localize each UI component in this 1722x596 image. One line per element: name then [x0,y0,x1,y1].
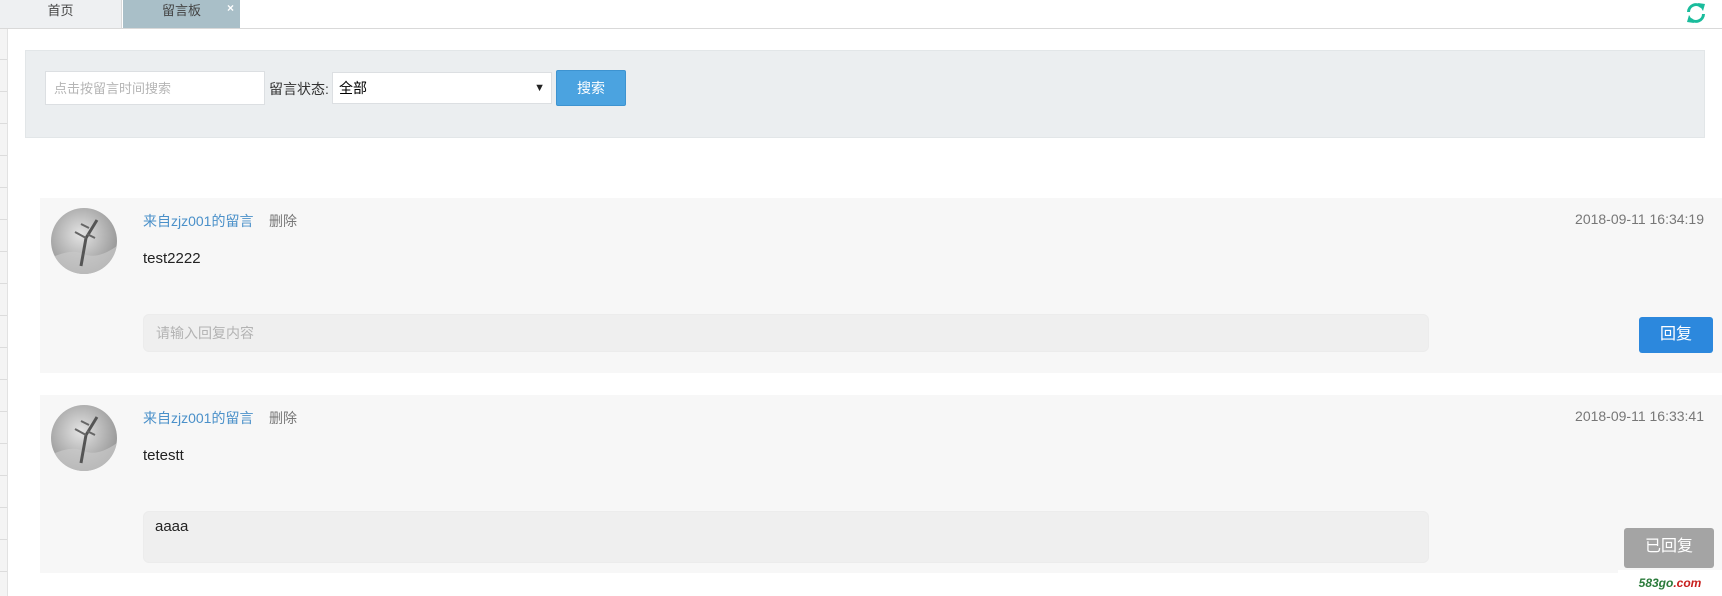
message-content: tetestt [143,447,184,464]
tab-message-board-label: 留言板 [161,3,201,18]
message-card: 来自zjz001的留言 删除 2018-09-11 16:33:41 tetes… [40,395,1722,573]
status-select-value: 全部 [339,80,367,96]
message-time: 2018-09-11 16:34:19 [1575,211,1704,227]
avatar [51,405,117,471]
status-label: 留言状态: [269,81,329,97]
replied-button[interactable]: 已回复 [1624,528,1714,568]
tab-home[interactable]: 首页 [0,0,122,28]
dropdown-arrow-icon: ▼ [534,82,545,94]
message-author-link[interactable]: 来自zjz001的留言 [143,408,253,428]
status-select[interactable]: 全部 ▼ [332,72,552,104]
reply-input[interactable] [143,314,1429,352]
message-card: 来自zjz001的留言 删除 2018-09-11 16:34:19 test2… [40,198,1722,373]
delete-link[interactable]: 删除 [269,211,297,231]
search-panel: 留言状态: 全部 ▼ 搜索 [25,50,1705,138]
date-search-input[interactable] [45,71,265,105]
tab-bar: 首页 留言板 × [0,0,1722,29]
refresh-icon[interactable] [1684,1,1708,25]
reply-button[interactable]: 回复 [1639,317,1713,353]
close-icon[interactable]: × [227,0,234,16]
tab-message-board[interactable]: 留言板 × [123,0,240,28]
message-content: test2222 [143,250,201,267]
search-button[interactable]: 搜索 [556,70,626,106]
avatar [51,208,117,274]
reply-content: aaaa [143,511,1429,563]
watermark-logo: 583go.com [1618,570,1722,596]
watermark-text: 583go [1638,576,1674,590]
delete-link[interactable]: 删除 [269,408,297,428]
watermark-suffix: .com [1673,576,1702,590]
message-author-link[interactable]: 来自zjz001的留言 [143,211,253,231]
left-frame-strip [0,28,8,596]
message-time: 2018-09-11 16:33:41 [1575,408,1704,424]
